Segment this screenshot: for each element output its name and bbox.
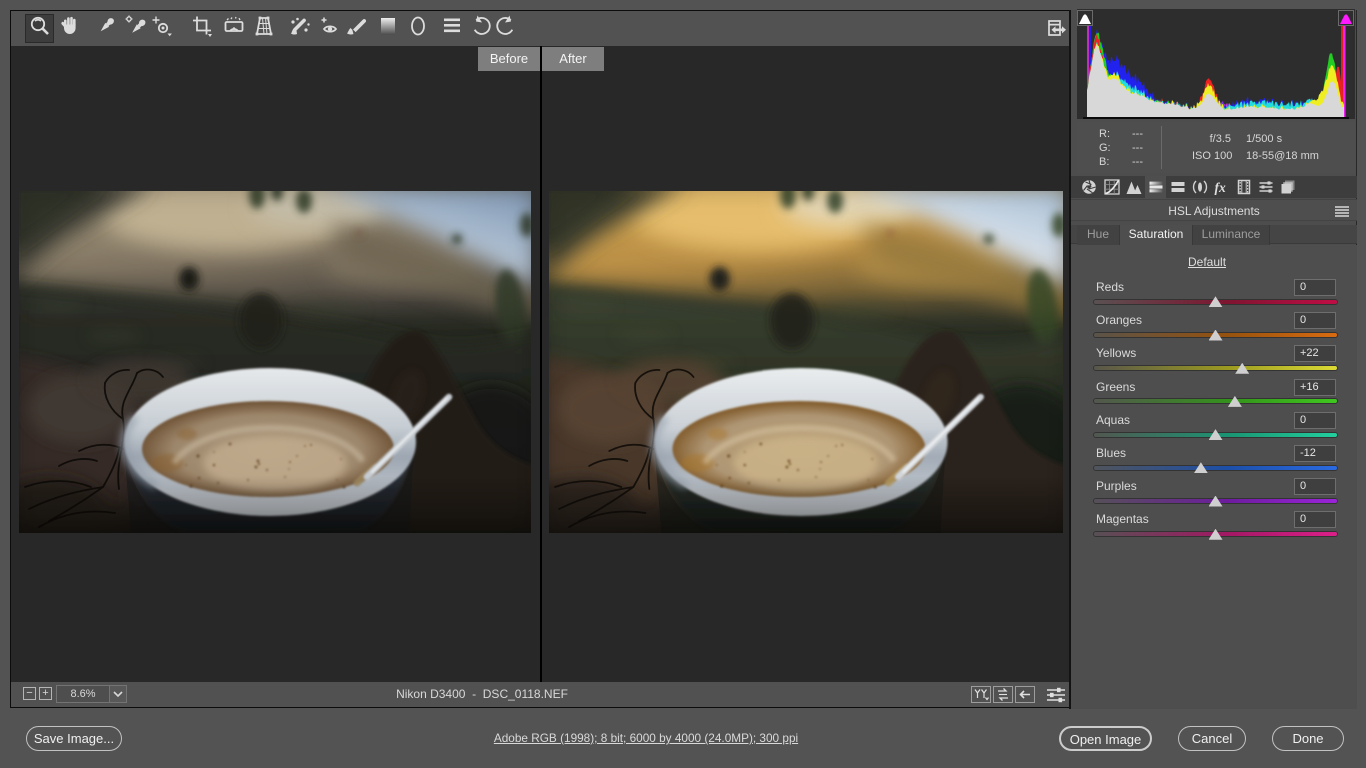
svg-text:fx: fx [1214,180,1225,195]
